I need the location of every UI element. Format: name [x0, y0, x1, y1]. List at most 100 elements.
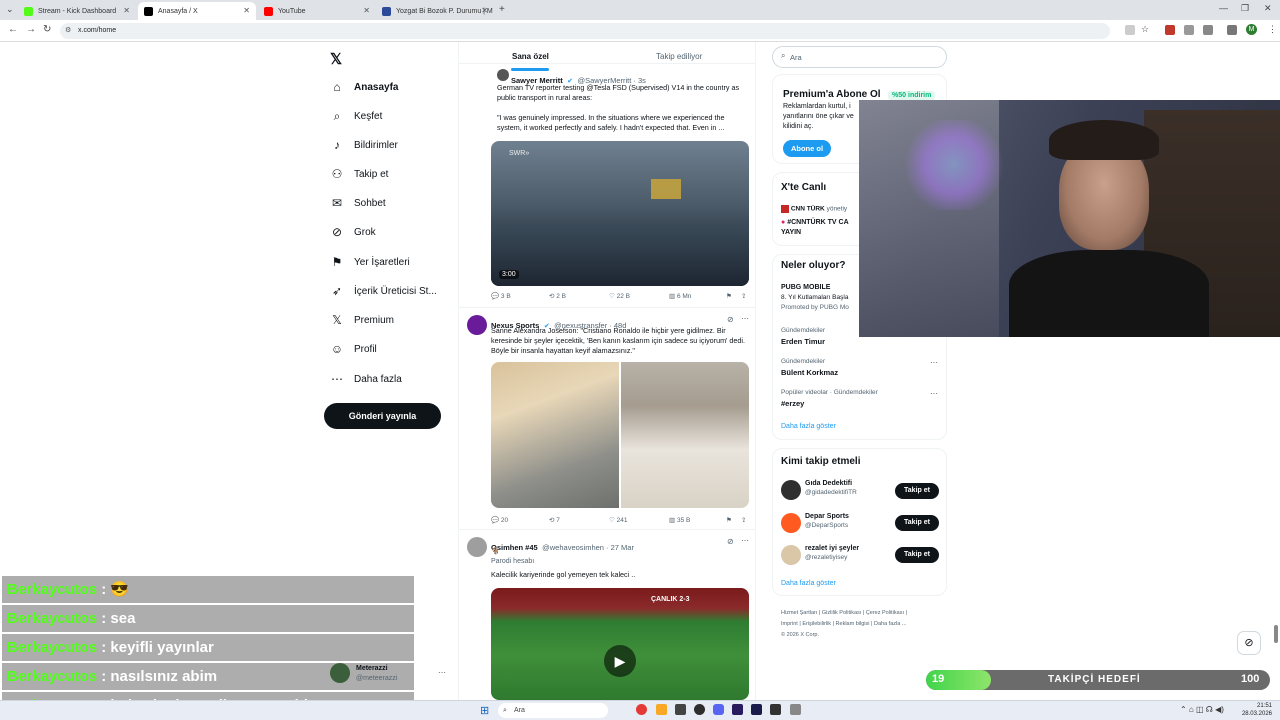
- premiere-icon[interactable]: [732, 704, 743, 715]
- avatar[interactable]: [467, 537, 487, 557]
- more-options-icon[interactable]: ⋯: [930, 358, 938, 367]
- footer-link[interactable]: Hizmet Şartları: [781, 610, 817, 616]
- explorer-icon[interactable]: [656, 704, 667, 715]
- grok-float-button[interactable]: ⊘: [1237, 631, 1261, 655]
- forward-icon[interactable]: →: [26, 24, 36, 35]
- nav-item-person[interactable]: ☺ Profil: [330, 339, 377, 359]
- tweet-video[interactable]: ÇANLIK 2-3 ▶: [491, 588, 749, 700]
- close-tab-icon[interactable]: ✕: [123, 6, 130, 15]
- suggested-account[interactable]: rezalet iyi şeyler @rezaletiyisey: [805, 545, 859, 561]
- sidebar-icon[interactable]: [1227, 25, 1237, 35]
- account-switcher[interactable]: Meterazzi @meteerazzi: [356, 664, 397, 684]
- like-action[interactable]: ♡ 241: [609, 516, 628, 524]
- after-effects-icon[interactable]: [751, 704, 762, 715]
- live-stream-title[interactable]: ● #CNNTÜRK TV CA YAYIN: [781, 218, 849, 238]
- more-options-icon[interactable]: ⋯: [741, 536, 749, 545]
- discord-icon[interactable]: [713, 704, 724, 715]
- address-bar[interactable]: ⚙ x.com/home: [60, 23, 1110, 39]
- nav-item-bell[interactable]: ♪ Bildirimler: [330, 135, 398, 155]
- footer-link[interactable]: Gizlilik Politikası: [822, 610, 861, 616]
- nav-item-search[interactable]: ⌕ Keşfet: [330, 106, 383, 126]
- tray-icons[interactable]: ⌃ ⌂ ◫ ☊ ◀): [1180, 705, 1224, 714]
- footer-link[interactable]: Erişilebilirlik: [802, 621, 831, 627]
- grok-icon[interactable]: ⊘: [727, 315, 734, 324]
- capcut-icon[interactable]: [770, 704, 781, 715]
- tweet-image[interactable]: [491, 362, 619, 508]
- subscribe-button[interactable]: Abone ol: [783, 140, 831, 157]
- tab-for-you[interactable]: Sana özel: [512, 52, 549, 61]
- bookmark-star-icon[interactable]: ☆: [1141, 24, 1149, 35]
- browser-tab[interactable]: Stream - Kick Dashboard ✕: [18, 2, 136, 20]
- live-channel[interactable]: CNN TÜRK: [791, 206, 825, 213]
- install-app-icon[interactable]: [1125, 25, 1135, 35]
- follow-button[interactable]: Takip et: [895, 483, 939, 499]
- minimize-icon[interactable]: —: [1219, 3, 1228, 13]
- post-button[interactable]: Gönderi yayınla: [324, 403, 441, 429]
- settings-icon[interactable]: [790, 704, 801, 715]
- browser-tab[interactable]: Yozgat Bi Bozok P. Durumu | M ✕: [376, 2, 494, 20]
- new-tab-button[interactable]: +: [499, 4, 505, 15]
- repost-action[interactable]: ⟲ 2 B: [549, 292, 566, 300]
- back-icon[interactable]: ←: [8, 24, 18, 35]
- tweet-handle[interactable]: @wehaveosimhen · 27 Mar: [542, 543, 634, 552]
- avatar[interactable]: [781, 513, 801, 533]
- account-more-icon[interactable]: ⋯: [438, 668, 446, 677]
- tab-search-icon[interactable]: ⌄: [6, 4, 14, 15]
- footer-link[interactable]: Imprint: [781, 621, 798, 627]
- tweet-video[interactable]: SWR» 3:00: [491, 141, 749, 286]
- browser-tab[interactable]: YouTube ✕: [258, 2, 376, 20]
- menu-kebab-icon[interactable]: ⋮: [1268, 24, 1277, 35]
- footer-link[interactable]: Daha fazla ...: [874, 621, 906, 627]
- close-tab-icon[interactable]: ✕: [363, 6, 370, 15]
- nav-item-rocket[interactable]: ➶ İçerik Üreticisi St...: [330, 281, 437, 301]
- channel-avatar[interactable]: [781, 205, 789, 213]
- views-action[interactable]: ▥ 35 B: [669, 516, 690, 524]
- tweet[interactable]: Sawyer Merritt ✔ @SawyerMerritt · 3s Ger…: [459, 64, 755, 308]
- nav-item-more[interactable]: ⋯ Daha fazla: [330, 369, 402, 389]
- taskbar-search[interactable]: ⌕ Ara: [498, 703, 608, 718]
- avatar[interactable]: [781, 545, 801, 565]
- grok-icon[interactable]: ⊘: [727, 537, 734, 546]
- show-more-follow-link[interactable]: Daha fazla göster: [781, 580, 836, 587]
- avatar[interactable]: [467, 315, 487, 335]
- follow-button[interactable]: Takip et: [895, 547, 939, 563]
- more-options-icon[interactable]: ⋯: [741, 314, 749, 323]
- close-window-icon[interactable]: ✕: [1264, 3, 1272, 14]
- extensions-puzzle-icon[interactable]: [1203, 25, 1213, 35]
- maximize-icon[interactable]: ❐: [1241, 3, 1249, 14]
- show-more-trends-link[interactable]: Daha fazla göster: [781, 423, 836, 430]
- avatar[interactable]: [497, 69, 509, 81]
- close-tab-icon[interactable]: ✕: [243, 6, 250, 15]
- views-action[interactable]: ▥ 6 Mn: [669, 292, 691, 300]
- account-avatar[interactable]: [330, 663, 350, 683]
- repost-action[interactable]: ⟲ 7: [549, 516, 560, 524]
- suggested-account[interactable]: Depar Sports @DeparSports: [805, 513, 849, 529]
- bookmark-icon[interactable]: ⚑: [726, 516, 732, 524]
- clock[interactable]: 21:51 28.03.2026: [1240, 702, 1272, 718]
- like-action[interactable]: ♡ 22 B: [609, 292, 630, 300]
- search-input[interactable]: ⌕ Ara: [772, 46, 947, 68]
- extension-icon[interactable]: [1165, 25, 1175, 35]
- extension-icon[interactable]: [1184, 25, 1194, 35]
- trend-item[interactable]: Gündemdekiler Erden Timur: [781, 327, 825, 346]
- browser-tab-active[interactable]: Anasayfa / X ✕: [138, 2, 256, 20]
- share-icon[interactable]: ⇪: [741, 516, 746, 524]
- reload-icon[interactable]: ↻: [43, 24, 51, 35]
- trend-item[interactable]: Gündemdekiler Bülent Korkmaz: [781, 358, 838, 377]
- obs-icon[interactable]: [694, 704, 705, 715]
- follow-button[interactable]: Takip et: [895, 515, 939, 531]
- trend-item[interactable]: PUBG MOBILE 8. Yıl Kutlamaları Başla Pro…: [781, 284, 849, 311]
- play-icon[interactable]: ▶: [604, 645, 636, 677]
- nav-item-follow[interactable]: ⚇ Takip et: [330, 164, 389, 184]
- close-tab-icon[interactable]: ✕: [481, 6, 488, 15]
- tweet[interactable]: Nexus Sports ✔ @nexustransfer · 48d ⊘ ⋯ …: [459, 308, 755, 530]
- tab-following[interactable]: Takip ediliyor: [656, 52, 702, 61]
- profile-avatar-icon[interactable]: M: [1246, 24, 1257, 35]
- app-icon[interactable]: [675, 704, 686, 715]
- chrome-icon[interactable]: [636, 704, 647, 715]
- nav-item-grok[interactable]: ⊘ Grok: [330, 222, 376, 242]
- nav-item-home[interactable]: ⌂ Anasayfa: [330, 77, 398, 97]
- nav-item-x-logo[interactable]: 𝕏 Premium: [330, 310, 394, 330]
- x-logo-icon[interactable]: 𝕏: [330, 50, 342, 68]
- tweet-image[interactable]: [621, 362, 749, 508]
